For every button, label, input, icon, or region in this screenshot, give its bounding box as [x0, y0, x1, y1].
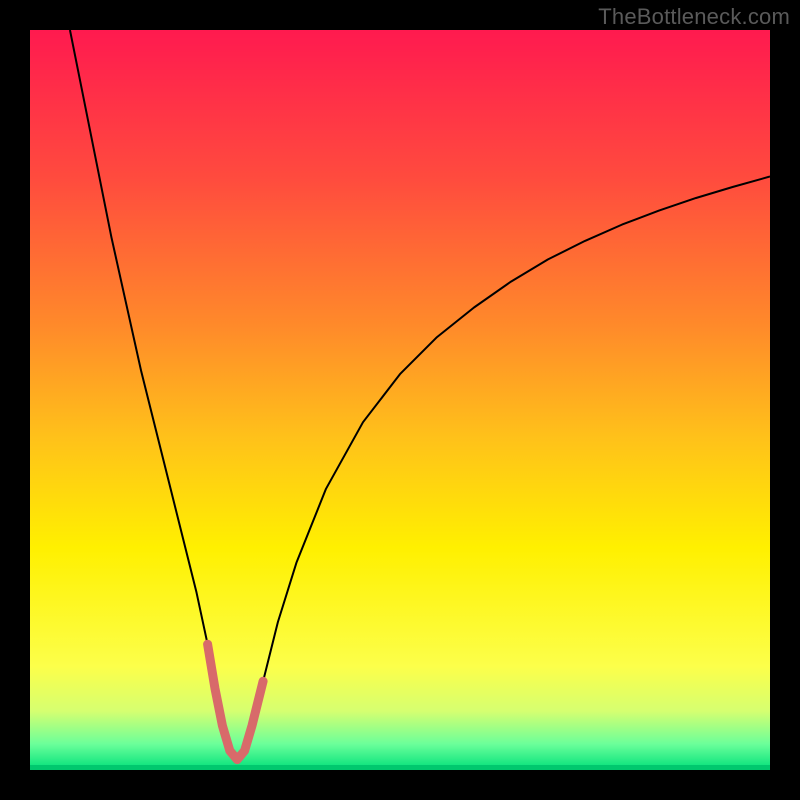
watermark-text: TheBottleneck.com: [598, 4, 790, 30]
chart-background-gradient: [30, 30, 770, 770]
baseline-green-strip: [30, 765, 770, 770]
chart-svg: [30, 30, 770, 770]
chart-container: [30, 30, 770, 770]
